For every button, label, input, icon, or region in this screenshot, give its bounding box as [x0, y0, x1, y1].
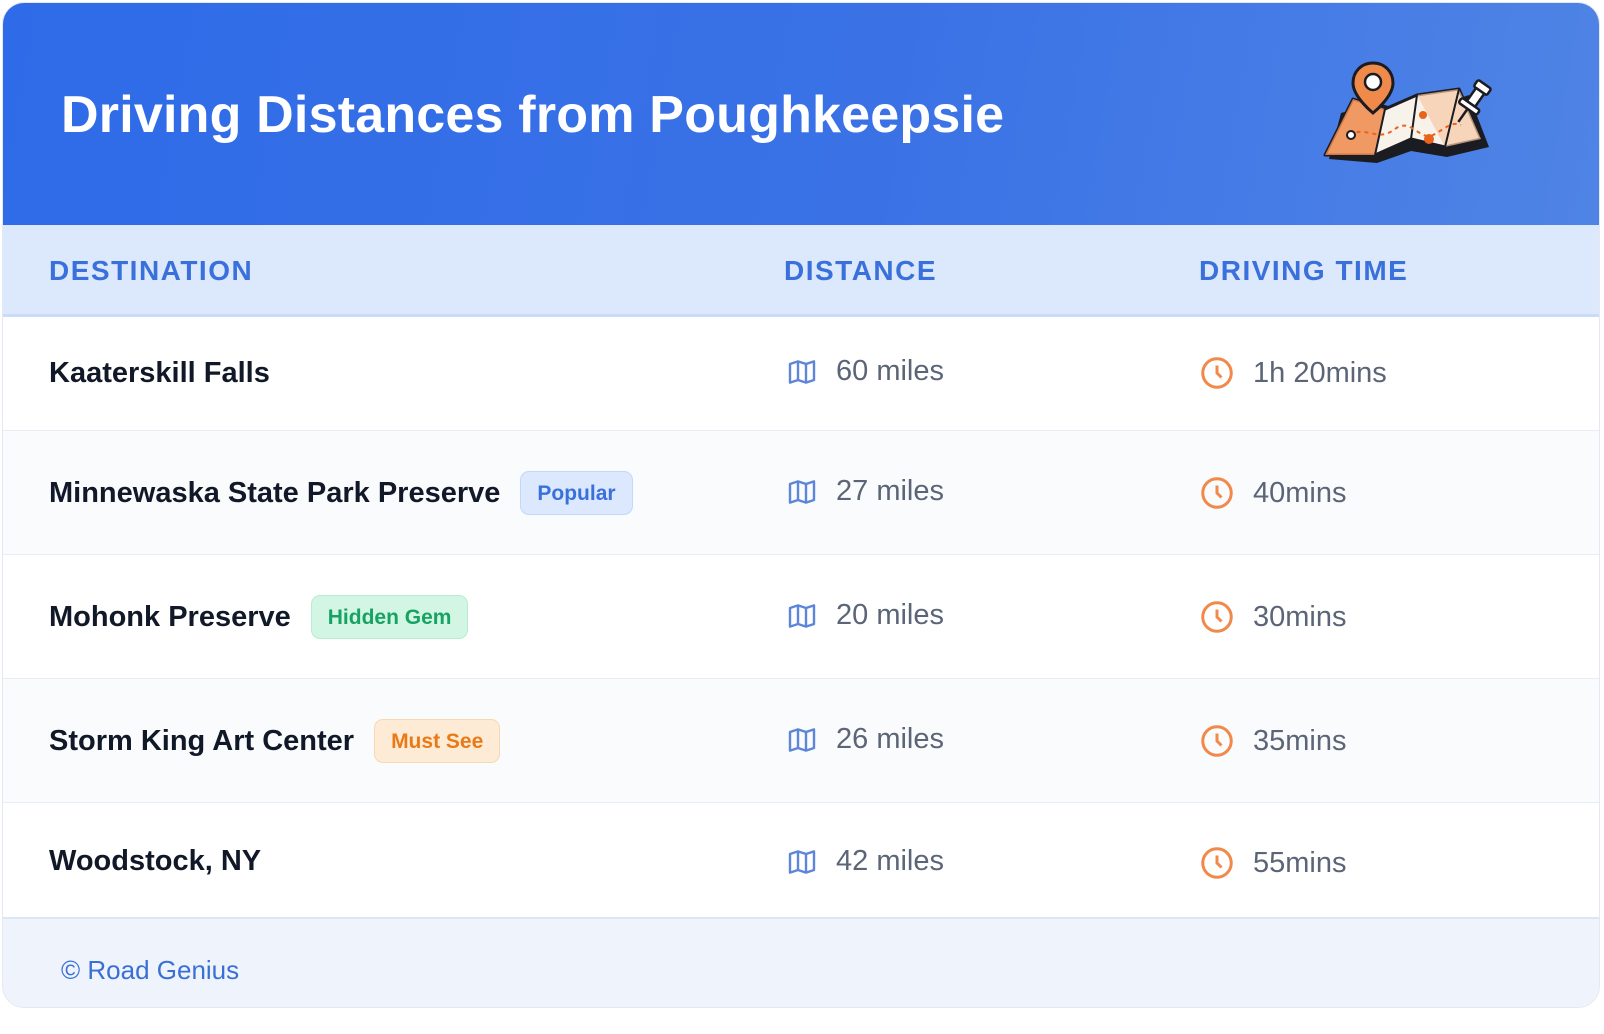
table-row: Mohonk Preserve Hidden Gem 20 miles 30mi… — [3, 555, 1599, 679]
distance-cell: 27 miles — [786, 475, 944, 508]
table-header: DESTINATION DISTANCE DRIVING TIME — [3, 225, 1599, 317]
time-value: 35mins — [1253, 724, 1347, 757]
clock-icon — [1201, 601, 1233, 633]
destination-cell: Storm King Art Center Must See — [49, 719, 501, 763]
distance-value: 27 miles — [836, 475, 944, 507]
time-value: 40mins — [1253, 476, 1347, 509]
distance-cell: 60 miles — [786, 355, 944, 388]
badge-popular: Popular — [520, 471, 633, 515]
distance-card: Driving Distances from Poughkeepsie DEST… — [2, 2, 1600, 1008]
time-cell: 30mins — [1199, 599, 1347, 635]
time-value: 30mins — [1253, 600, 1347, 633]
table-row: Storm King Art Center Must See 26 miles … — [3, 679, 1599, 803]
destination-name: Mohonk Preserve — [49, 600, 291, 633]
table-row: Minnewaska State Park Preserve Popular 2… — [3, 431, 1599, 555]
distance-cell: 42 miles — [786, 845, 944, 878]
time-cell: 40mins — [1199, 475, 1347, 511]
column-header-destination: DESTINATION — [49, 255, 254, 286]
time-cell: 35mins — [1199, 723, 1347, 759]
distance-value: 42 miles — [836, 845, 944, 877]
distance-value: 26 miles — [836, 723, 944, 755]
map-with-pins-icon — [1323, 61, 1492, 163]
destination-name: Woodstock, NY — [49, 845, 262, 877]
destination-cell: Minnewaska State Park Preserve Popular — [49, 471, 633, 515]
distance-cell: 20 miles — [786, 599, 944, 632]
clock-icon — [1201, 357, 1233, 389]
table-row: Woodstock, NY 42 miles 55mins — [3, 803, 1599, 917]
clock-icon — [1201, 847, 1233, 879]
distance-value: 20 miles — [836, 599, 944, 631]
footer: © Road Genius — [3, 917, 1599, 1007]
map-icon — [788, 849, 816, 874]
page-title: Driving Distances from Poughkeepsie — [61, 86, 1005, 144]
table-row: Kaaterskill Falls 60 miles 1h 20mins — [3, 317, 1599, 431]
map-icon — [788, 727, 816, 752]
badge-must-see: Must See — [374, 719, 501, 763]
badge-hidden-gem: Hidden Gem — [310, 595, 469, 639]
map-icon — [788, 603, 816, 628]
column-header-driving-time: DRIVING TIME — [1199, 255, 1409, 286]
clock-icon — [1201, 477, 1233, 509]
map-icon — [788, 359, 816, 384]
destination-name: Storm King Art Center — [49, 724, 355, 757]
copyright-text: © Road Genius — [61, 955, 240, 985]
distance-cell: 26 miles — [786, 723, 944, 756]
time-value: 55mins — [1253, 846, 1347, 879]
destination-name: Kaaterskill Falls — [49, 357, 270, 389]
destination-cell: Kaaterskill Falls — [49, 357, 270, 390]
time-value: 1h 20mins — [1253, 356, 1387, 389]
time-cell: 1h 20mins — [1199, 355, 1387, 391]
destination-name: Minnewaska State Park Preserve — [49, 476, 501, 509]
time-cell: 55mins — [1199, 845, 1347, 881]
column-header-distance: DISTANCE — [784, 255, 938, 286]
distance-value: 60 miles — [836, 355, 944, 387]
header-banner: Driving Distances from Poughkeepsie — [3, 3, 1599, 225]
map-icon — [788, 479, 816, 504]
destination-cell: Woodstock, NY — [49, 845, 261, 878]
destination-cell: Mohonk Preserve Hidden Gem — [49, 595, 469, 639]
clock-icon — [1201, 725, 1233, 757]
